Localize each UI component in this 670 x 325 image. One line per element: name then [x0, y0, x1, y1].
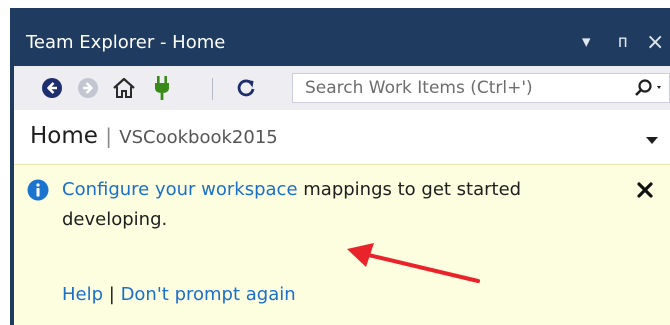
refresh-button[interactable]	[230, 72, 262, 104]
page-dropdown-button[interactable]	[646, 130, 658, 149]
forward-button[interactable]	[72, 72, 104, 104]
home-title: Home	[30, 123, 98, 149]
back-icon	[42, 78, 62, 98]
home-icon	[113, 77, 135, 98]
dont-prompt-again-link[interactable]: Don't prompt again	[121, 284, 296, 305]
title-separator: |	[105, 124, 112, 148]
window-title: Team Explorer - Home	[26, 32, 226, 53]
team-explorer-content: Home | VSCookbook2015 Configure your wor…	[14, 110, 670, 325]
close-icon	[637, 182, 653, 198]
dismiss-banner-button[interactable]	[634, 179, 656, 201]
banner-message: Configure your workspace mappings to get…	[62, 175, 618, 235]
forward-icon	[78, 78, 98, 98]
page-header: Home | VSCookbook2015	[14, 110, 670, 164]
team-explorer-panel: Team Explorer - Home ▾ ᴨ × Search Work I…	[10, 8, 670, 325]
info-icon	[27, 179, 49, 205]
page-title: Home | VSCookbook2015	[30, 123, 278, 149]
project-name: VSCookbook2015	[119, 127, 278, 148]
search-icon	[635, 79, 661, 96]
search-button[interactable]	[625, 74, 669, 102]
pin-icon[interactable]: ᴨ	[618, 26, 628, 59]
close-window-icon[interactable]: ×	[646, 26, 664, 59]
home-button[interactable]	[108, 72, 140, 104]
search-input[interactable]	[293, 74, 605, 102]
refresh-icon	[237, 79, 255, 97]
window-dropdown-icon[interactable]: ▾	[582, 26, 591, 59]
toolbar-separator	[212, 78, 213, 100]
back-button[interactable]	[36, 72, 68, 104]
banner-links: Help | Don't prompt again	[62, 284, 296, 305]
configure-workspace-link[interactable]: Configure your workspace	[62, 179, 298, 200]
connect-button[interactable]	[146, 72, 178, 104]
help-link[interactable]: Help	[62, 284, 103, 305]
info-banner: Configure your workspace mappings to get…	[14, 164, 670, 325]
connect-plug-icon	[155, 76, 169, 100]
search-work-items	[292, 73, 670, 103]
title-bar: Team Explorer - Home ▾ ᴨ ×	[14, 26, 670, 59]
toolbar	[14, 66, 670, 111]
chevron-down-icon	[646, 137, 658, 144]
links-separator: |	[103, 284, 121, 305]
